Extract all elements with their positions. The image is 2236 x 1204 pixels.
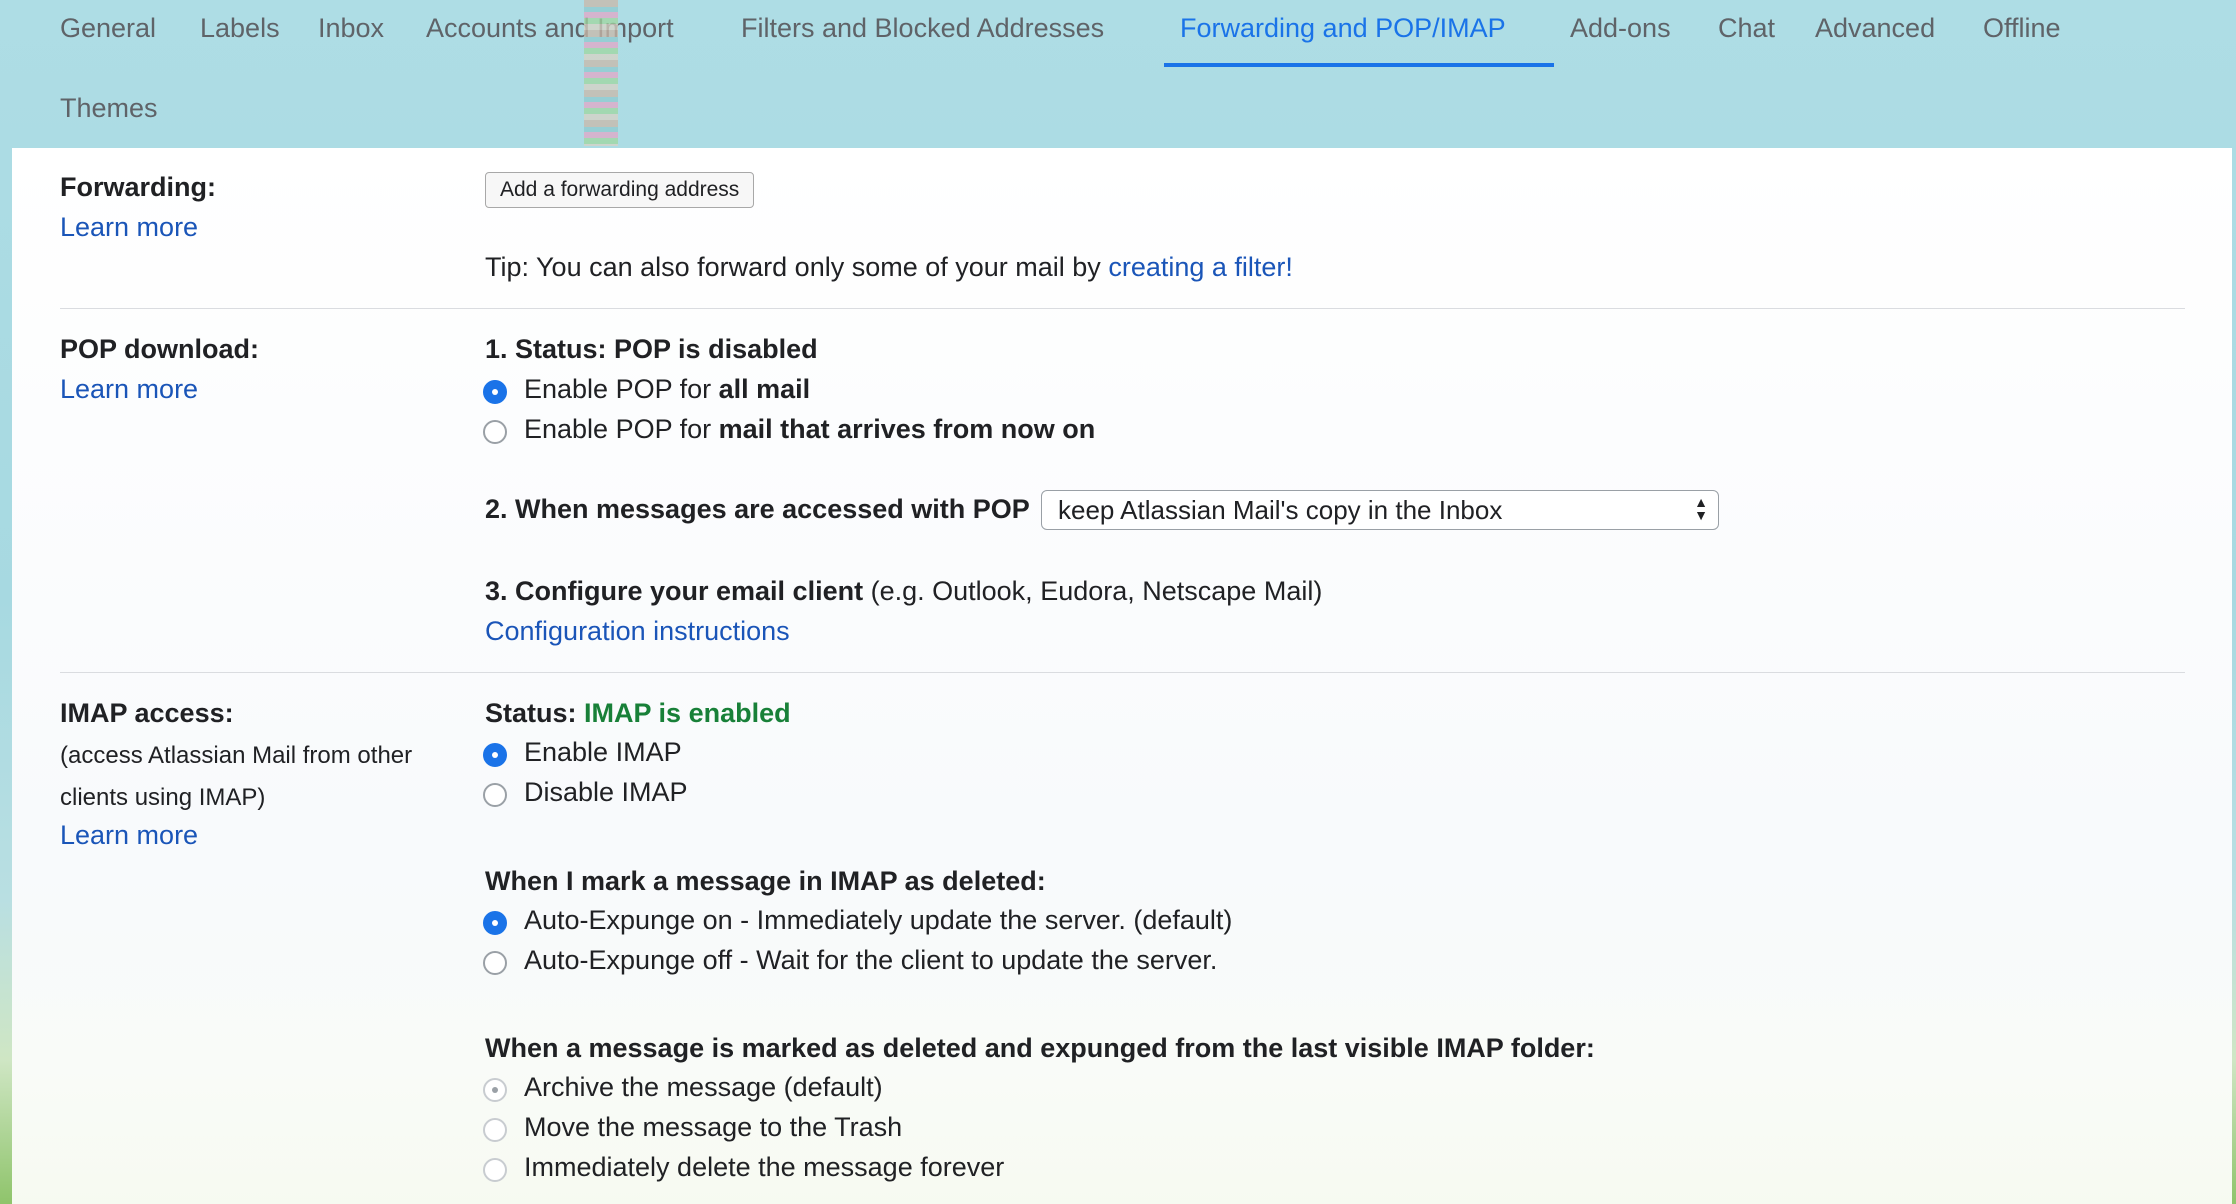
pop-action-select[interactable]: keep Atlassian Mail's copy in the Inbox … [1041,490,1719,530]
pop-configure-bold: 3. Configure your email client [485,576,864,606]
imap-access-label: IMAP access: [60,698,234,728]
select-arrows-icon: ▲ ▼ [1694,494,1708,523]
imap-deleted-heading: When I mark a message in IMAP as deleted… [485,866,1046,896]
disable-imap-radio[interactable] [483,783,507,807]
auto-expunge-off-radio[interactable] [483,951,507,975]
enable-imap-label: Enable IMAP [524,737,682,767]
imap-status: Status: IMAP is enabled [485,698,791,729]
section-divider [60,672,2185,673]
tab-themes[interactable]: Themes [60,88,158,128]
forwarding-tip-text: Tip: You can also forward only some of y… [485,252,1101,282]
delete-forever-radio[interactable] [483,1158,507,1182]
pop-all-mail-label: Enable POP for all mail [524,374,810,405]
tab-inbox[interactable]: Inbox [318,8,384,48]
move-to-trash-label: Move the message to the Trash [524,1112,903,1142]
imap-status-label: Status: [485,698,577,728]
pop-from-now-bold: mail that arrives from now on [718,414,1096,444]
section-divider [60,308,2185,309]
pop-from-now-label: Enable POP for mail that arrives from no… [524,414,1095,445]
tab-general[interactable]: General [60,8,156,48]
imap-description-line2: clients using IMAP) [60,784,266,811]
pop-download-label: POP download: [60,334,260,364]
tab-advanced[interactable]: Advanced [1815,8,1935,48]
delete-forever-label: Immediately delete the message forever [524,1152,1005,1182]
pop-all-mail-prefix: Enable POP for [524,374,712,404]
settings-tab-bar: General Labels Inbox Accounts and Import… [0,0,2236,148]
tab-labels[interactable]: Labels [200,8,280,48]
pop-from-now-prefix: Enable POP for [524,414,712,444]
forwarding-label: Forwarding: [60,172,216,202]
tab-filters-and-blocked[interactable]: Filters and Blocked Addresses [741,8,1104,48]
move-to-trash-radio[interactable] [483,1118,507,1142]
configuration-instructions-link[interactable]: Configuration instructions [485,616,790,647]
creating-filter-link[interactable]: creating a filter! [1108,252,1293,282]
pop-action-select-value: keep Atlassian Mail's copy in the Inbox [1058,495,1503,525]
active-tab-indicator [1164,63,1554,67]
pop-all-mail-bold: all mail [718,374,811,404]
archive-message-radio[interactable] [483,1078,507,1102]
auto-expunge-on-radio[interactable] [483,911,507,935]
pop-configure-client: 3. Configure your email client (e.g. Out… [485,576,1322,607]
tab-accounts-and-import[interactable]: Accounts and Import [426,8,674,48]
background-decoration [584,0,618,146]
disable-imap-label: Disable IMAP [524,777,688,807]
auto-expunge-on-label: Auto-Expunge on - Immediately update the… [524,905,1233,935]
pop-status: 1. Status: POP is disabled [485,334,818,364]
pop-all-mail-radio[interactable] [483,380,507,404]
tab-chat[interactable]: Chat [1718,8,1775,48]
forwarding-learn-more-link[interactable]: Learn more [60,212,198,243]
add-forwarding-address-button[interactable]: Add a forwarding address [485,172,755,208]
pop-configure-rest: (e.g. Outlook, Eudora, Netscape Mail) [870,576,1323,606]
imap-status-value: IMAP is enabled [584,698,791,728]
enable-imap-radio[interactable] [483,743,507,767]
archive-message-label: Archive the message (default) [524,1072,883,1102]
imap-description-line1: (access Atlassian Mail from other [60,742,413,769]
tab-offline[interactable]: Offline [1983,8,2061,48]
pop-learn-more-link[interactable]: Learn more [60,374,198,405]
tab-forwarding-pop-imap[interactable]: Forwarding and POP/IMAP [1180,8,1506,48]
pop-when-accessed-label: 2. When messages are accessed with POP [485,494,1030,524]
imap-expunged-heading: When a message is marked as deleted and … [485,1033,1595,1063]
pop-from-now-radio[interactable] [483,420,507,444]
imap-learn-more-link[interactable]: Learn more [60,820,198,851]
imap-description: (access Atlassian Mail from other client… [60,735,412,819]
tab-add-ons[interactable]: Add-ons [1570,8,1671,48]
forwarding-tip: Tip: You can also forward only some of y… [485,252,1293,283]
auto-expunge-off-label: Auto-Expunge off - Wait for the client t… [524,945,1218,975]
